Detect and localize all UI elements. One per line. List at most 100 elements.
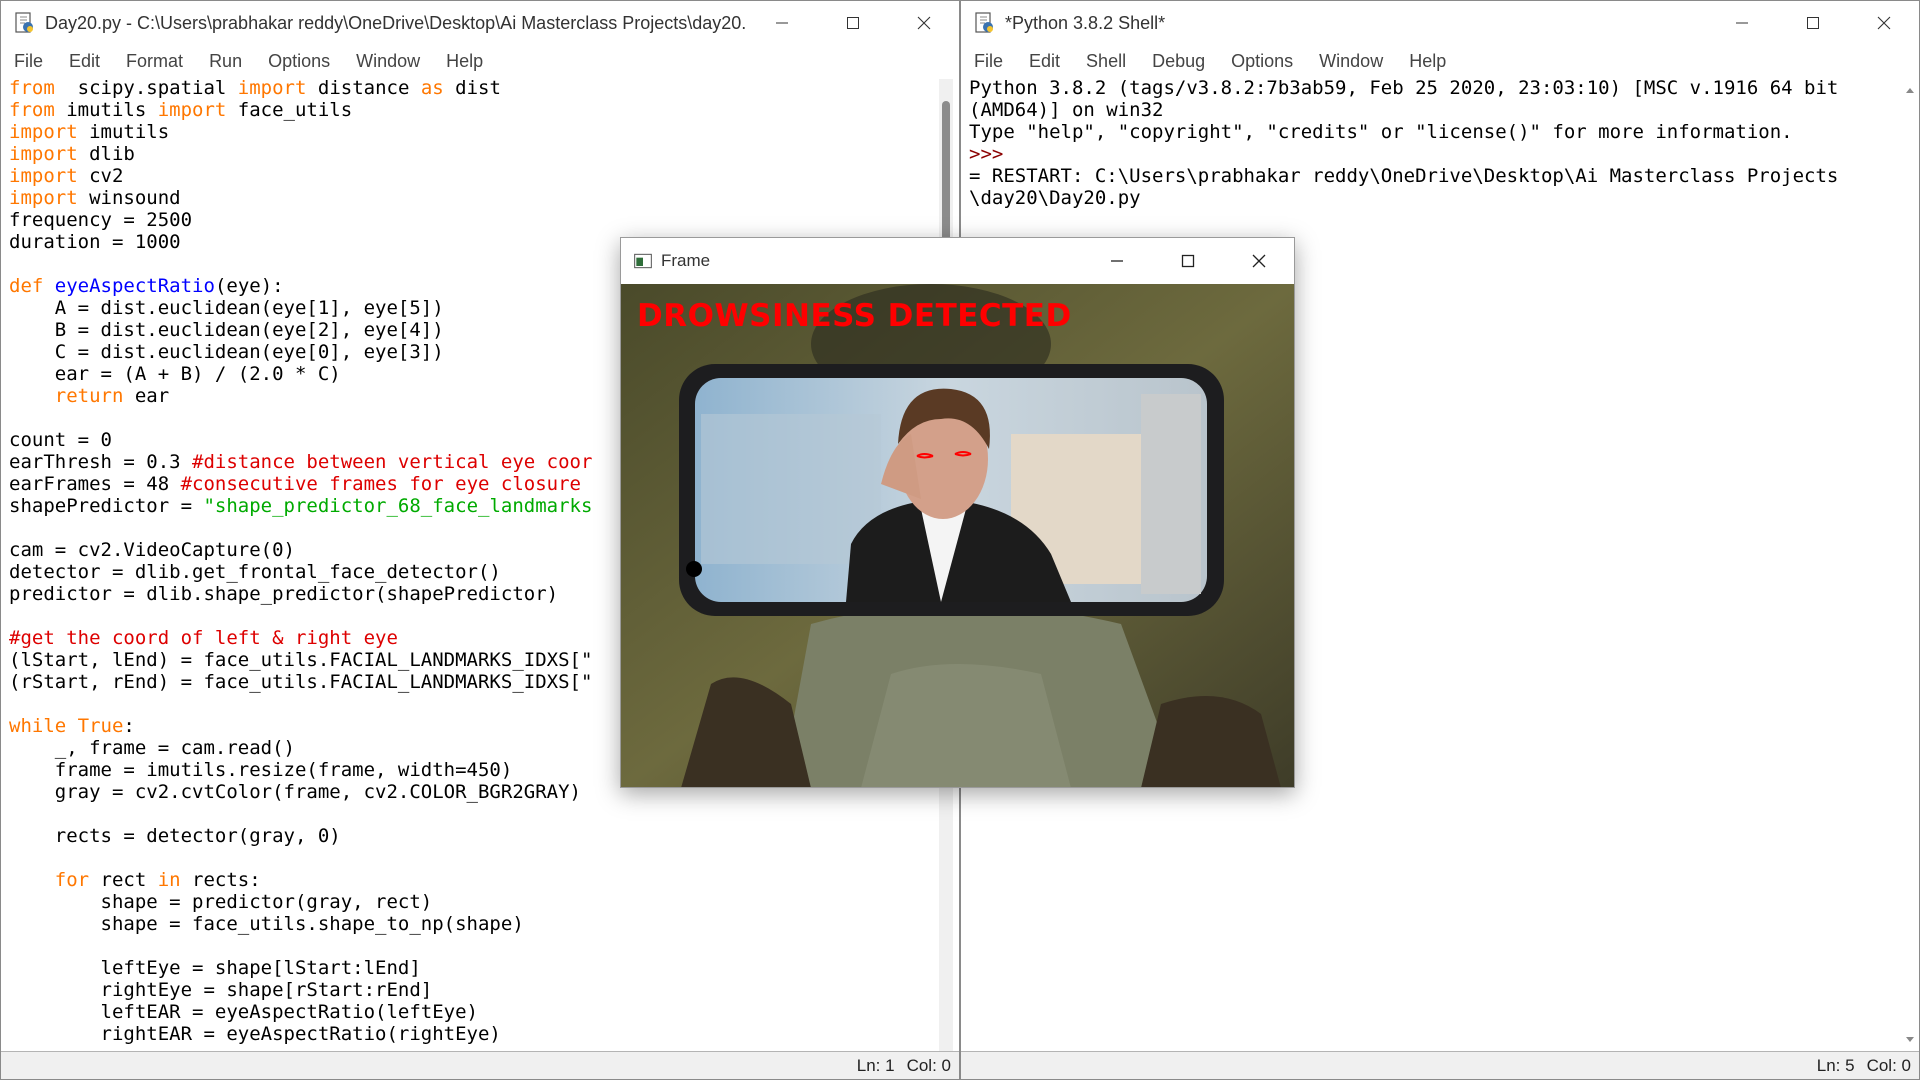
menu-format[interactable]: Format <box>113 51 196 72</box>
minimize-icon <box>775 22 788 24</box>
menu-help[interactable]: Help <box>433 51 496 72</box>
menu-help[interactable]: Help <box>1396 51 1459 72</box>
shell-titlebar[interactable]: *Python 3.8.2 Shell* <box>961 1 1919 45</box>
code-token: "shape_predictor_68_face_landmarks <box>203 495 593 517</box>
code-token: Type "help", "copyright", "credits" or "… <box>969 121 1793 143</box>
code-token: : <box>123 715 135 737</box>
minimize-button[interactable] <box>1081 238 1152 284</box>
code-token: import <box>157 99 227 121</box>
code-token: True <box>77 715 124 737</box>
minimize-button[interactable] <box>746 1 817 45</box>
menu-options[interactable]: Options <box>1218 51 1306 72</box>
code-line: Python 3.8.2 (tags/v3.8.2:7b3ab59, Feb 2… <box>969 77 1838 99</box>
code-token: cam = cv2.VideoCapture(0) <box>9 539 295 561</box>
code-line: import cv2 <box>9 165 592 187</box>
maximize-icon <box>1806 17 1819 29</box>
code-token: #distance between vertical eye coor <box>192 451 593 473</box>
code-line: leftEye = shape[lStart:lEnd] <box>9 957 592 979</box>
code-line: shape = predictor(gray, rect) <box>9 891 592 913</box>
minimize-button[interactable] <box>1706 1 1777 45</box>
maximize-button[interactable] <box>1152 238 1223 284</box>
maximize-button[interactable] <box>1777 1 1848 45</box>
code-token: A = dist.euclidean(eye[1], eye[5]) <box>9 297 444 319</box>
code-line: for rect in rects: <box>9 869 592 891</box>
menu-shell[interactable]: Shell <box>1073 51 1139 72</box>
minimize-icon <box>1735 22 1748 24</box>
code-line: import dlib <box>9 143 592 165</box>
code-token: \day20\Day20.py <box>969 187 1141 209</box>
menu-edit[interactable]: Edit <box>56 51 113 72</box>
code-line: ​ <box>9 253 592 275</box>
frame-titlebar[interactable]: Frame <box>621 238 1294 284</box>
shell-menubar: File Edit Shell Debug Options Window Hel… <box>961 45 1919 77</box>
menu-options[interactable]: Options <box>255 51 343 72</box>
menu-edit[interactable]: Edit <box>1016 51 1073 72</box>
frame-window[interactable]: Frame DROWSINESS DETECTED <box>620 237 1295 788</box>
code-token: (rStart, rEnd) = face_utils.FACIAL_LANDM… <box>9 671 593 693</box>
code-line: ​ <box>9 847 592 869</box>
editor-statusbar: Ln: 1 Col: 0 <box>1 1051 959 1079</box>
code-token: imutils <box>77 121 170 143</box>
close-button[interactable] <box>1223 238 1294 284</box>
code-token: import <box>9 143 78 165</box>
shell-scrollbar[interactable] <box>1903 79 1917 1051</box>
close-icon <box>1252 254 1265 268</box>
code-line: earFrames = 48 #consecutive frames for e… <box>9 473 592 495</box>
code-token: scipy.spatial <box>54 77 238 99</box>
code-line: shape = face_utils.shape_to_np(shape) <box>9 913 592 935</box>
code-token: eyeAspectRatio <box>54 275 215 297</box>
code-line: (lStart, lEnd) = face_utils.FACIAL_LANDM… <box>9 649 592 671</box>
webcam-frame: DROWSINESS DETECTED <box>621 284 1294 787</box>
close-icon <box>1877 16 1890 30</box>
editor-title: Day20.py - C:\Users\prabhakar reddy\OneD… <box>45 12 746 33</box>
webcam-image <box>621 284 1294 787</box>
code-token: from <box>9 77 55 99</box>
scroll-up-icon[interactable] <box>1903 83 1917 97</box>
editor-titlebar[interactable]: Day20.py - C:\Users\prabhakar reddy\OneD… <box>1 1 959 45</box>
drowsiness-alert-text: DROWSINESS DETECTED <box>637 298 1072 334</box>
code-token: in <box>157 869 181 891</box>
code-token: frame = imutils.resize(frame, width=450) <box>9 759 513 781</box>
code-token: shape = face_utils.shape_to_np(shape) <box>9 913 524 935</box>
maximize-icon <box>846 17 859 29</box>
code-token: import <box>9 121 78 143</box>
code-token: _, frame = cam.read() <box>9 737 295 759</box>
shell-output[interactable]: Python 3.8.2 (tags/v3.8.2:7b3ab59, Feb 2… <box>969 77 1838 209</box>
frame-title: Frame <box>661 251 711 270</box>
code-line: ​ <box>9 693 592 715</box>
code-token: as <box>420 77 444 99</box>
code-token: = RESTART: C:\Users\prabhakar reddy\OneD… <box>969 165 1839 187</box>
code-editor[interactable]: from scipy.spatial import distance as di… <box>9 77 592 1045</box>
maximize-icon <box>1181 254 1194 268</box>
code-token: Python 3.8.2 (tags/v3.8.2:7b3ab59, Feb 2… <box>969 77 1839 99</box>
code-token: rightEAR = eyeAspectRatio(rightEye) <box>9 1023 501 1045</box>
code-line: gray = cv2.cvtColor(frame, cv2.COLOR_BGR… <box>9 781 592 803</box>
menu-run[interactable]: Run <box>196 51 255 72</box>
menu-debug[interactable]: Debug <box>1139 51 1218 72</box>
code-token: dist <box>443 77 501 99</box>
code-token: ear = (A + B) / (2.0 * C) <box>9 363 341 385</box>
scroll-down-icon[interactable] <box>1903 1033 1917 1047</box>
close-button[interactable] <box>1848 1 1919 45</box>
code-line: _, frame = cam.read() <box>9 737 592 759</box>
menu-window[interactable]: Window <box>1306 51 1396 72</box>
maximize-button[interactable] <box>817 1 888 45</box>
editor-menubar: File Edit Format Run Options Window Help <box>1 45 959 77</box>
close-button[interactable] <box>888 1 959 45</box>
menu-window[interactable]: Window <box>343 51 433 72</box>
code-line: rightEAR = eyeAspectRatio(rightEye) <box>9 1023 592 1045</box>
code-line: A = dist.euclidean(eye[1], eye[5]) <box>9 297 592 319</box>
col-indicator: Col: 0 <box>1866 1055 1911 1075</box>
line-indicator: Ln: 1 <box>856 1055 895 1075</box>
code-token: for <box>9 869 90 891</box>
code-token: leftEye = shape[lStart:lEnd] <box>9 957 421 979</box>
menu-file[interactable]: File <box>961 51 1016 72</box>
code-token: predictor = dlib.shape_predictor(shapePr… <box>9 583 559 605</box>
menu-file[interactable]: File <box>1 51 56 72</box>
code-line: from imutils import face_utils <box>9 99 592 121</box>
code-line: ​ <box>9 517 592 539</box>
code-line: duration = 1000 <box>9 231 592 253</box>
code-line: (rStart, rEnd) = face_utils.FACIAL_LANDM… <box>9 671 592 693</box>
